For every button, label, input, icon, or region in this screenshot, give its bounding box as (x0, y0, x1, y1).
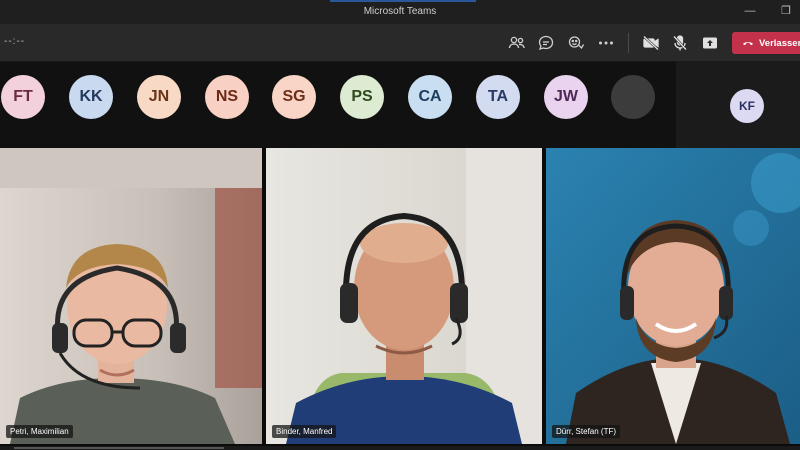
avatar-initials: KF (739, 99, 755, 113)
meeting-control-bar: --:-- Verlassen (0, 24, 800, 62)
titlebar-accent (330, 0, 476, 2)
camera-off-icon[interactable] (641, 33, 661, 53)
window-titlebar: Microsoft Teams — ❐ (0, 0, 800, 24)
avatar[interactable]: SG (272, 75, 316, 119)
video-tile-active-speaker[interactable]: Dürr, Stefan (TF) (546, 148, 800, 444)
avatar-initials: KK (79, 88, 103, 105)
window-title: Microsoft Teams (363, 6, 437, 17)
avatar-initials: NS (215, 88, 239, 105)
avatar-initials: SG (282, 88, 306, 105)
video-tile[interactable]: Binder, Manfred (266, 148, 542, 444)
avatar[interactable]: PS (340, 75, 384, 119)
participant-name-label: Dürr, Stefan (TF) (552, 425, 621, 438)
avatar-initials: CA (418, 88, 442, 105)
participant-name-label: Petri, Maximilian (6, 425, 73, 438)
avatar[interactable]: KK (69, 75, 113, 119)
avatar[interactable]: NS (205, 75, 249, 119)
toolbar-separator (628, 33, 629, 53)
reactions-icon[interactable] (566, 33, 586, 53)
avatar-initials: PS (351, 88, 373, 105)
leave-button[interactable]: Verlassen (732, 32, 800, 54)
avatar[interactable]: TA (476, 75, 520, 119)
participant-video (0, 148, 262, 444)
avatar[interactable]: JW (544, 75, 588, 119)
participant-video (546, 148, 800, 444)
avatar-kf[interactable]: KF (730, 89, 764, 123)
leave-button-label: Verlassen (759, 37, 800, 49)
participant-video (266, 148, 542, 444)
pinned-participant-panel: KF (676, 62, 800, 148)
restore-icon[interactable]: ❐ (780, 5, 792, 17)
share-icon[interactable] (700, 33, 720, 53)
participants-icon[interactable] (507, 33, 527, 53)
avatar-initials: TA (487, 88, 509, 105)
meeting-timer: --:-- (4, 36, 26, 47)
avatar-placeholder[interactable] (611, 75, 655, 119)
minimize-icon[interactable]: — (744, 5, 756, 17)
avatar[interactable]: FT (1, 75, 45, 119)
mic-off-icon[interactable] (670, 33, 690, 53)
avatar[interactable]: JN (137, 75, 181, 119)
avatar-initials: JN (148, 88, 170, 105)
video-grid: Petri, Maximilian Binder, Manfred Dürr, … (0, 148, 800, 450)
more-icon[interactable] (596, 33, 616, 53)
avatar-initials: JW (554, 88, 578, 105)
chat-icon[interactable] (536, 33, 556, 53)
phone-hangup-icon (743, 42, 753, 46)
video-tile[interactable]: Petri, Maximilian (0, 148, 262, 444)
participant-name-label: Binder, Manfred (272, 425, 337, 438)
bottom-progress-track (14, 447, 224, 449)
avatar[interactable]: CA (408, 75, 452, 119)
avatar-initials: FT (13, 88, 33, 105)
bottom-status-line (0, 446, 800, 450)
